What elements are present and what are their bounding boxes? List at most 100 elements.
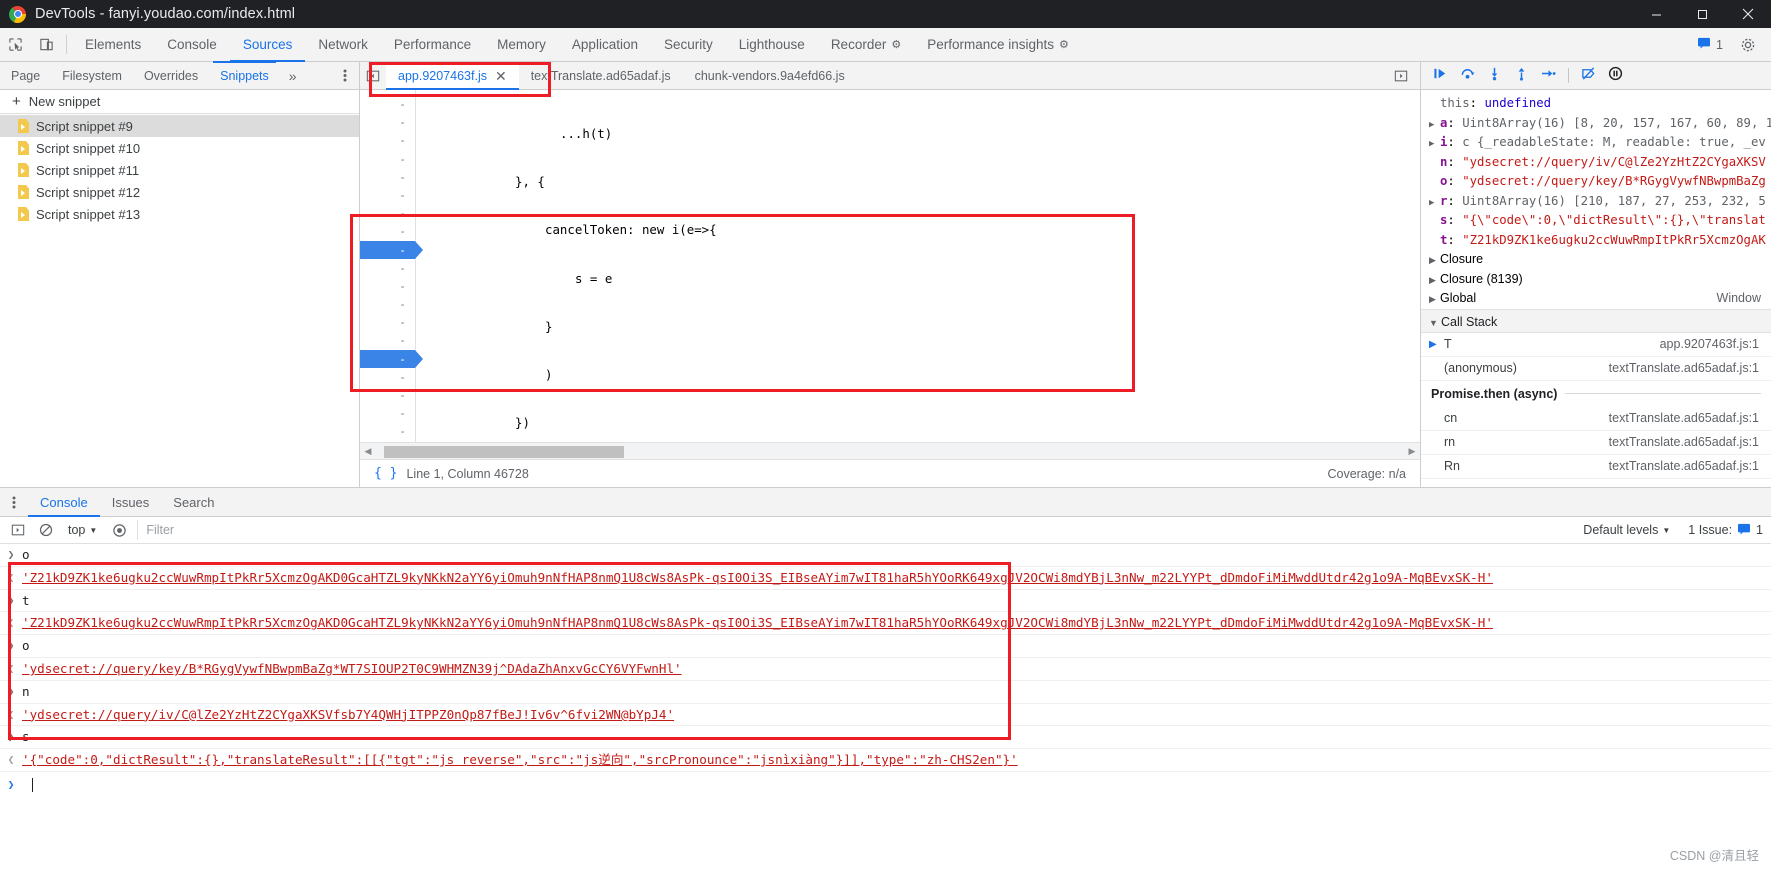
gutter-line-execution[interactable]: -	[360, 349, 423, 368]
gutter-line[interactable]: -	[360, 150, 415, 168]
code-text[interactable]: ...h(t) }, { cancelToken: new i(e=>{ s =…	[416, 90, 1420, 442]
tab-network[interactable]: Network	[305, 28, 381, 61]
gutter-line[interactable]: -	[360, 131, 415, 149]
scope-row[interactable]: this: undefined	[1421, 94, 1771, 114]
gutter-line-execution[interactable]: -	[360, 240, 423, 259]
console-output-row[interactable]: ❮ '{"code":0,"dictResult":{},"translateRe…	[0, 749, 1771, 772]
scope-row[interactable]: ▶ a: Uint8Array(16) [8, 20, 157, 167, 60,…	[1421, 114, 1771, 134]
scope-row[interactable]: ▶ i: c {_readableState: M, readable: true…	[1421, 133, 1771, 153]
console-output-row[interactable]: ❮ 'Z21kD9ZK1ke6ugku2ccWuwRmpItPkRr5XcmzOg…	[0, 612, 1771, 636]
gutter-line[interactable]: -	[360, 404, 415, 422]
more-tabs-icon[interactable]: »	[280, 62, 306, 89]
gutter-line[interactable]: -	[360, 331, 415, 349]
gutter-line[interactable]: -	[360, 168, 415, 186]
call-stack-header[interactable]: ▼ Call Stack	[1421, 308, 1771, 333]
gutter-line[interactable]: -	[360, 222, 415, 240]
list-item[interactable]: Script snippet #11	[0, 159, 359, 181]
gutter-line[interactable]: -	[360, 95, 415, 113]
close-icon[interactable]: ✕	[495, 69, 507, 83]
console-prompt[interactable]: ❯	[0, 772, 1771, 798]
execution-context-selector[interactable]: top ▼	[64, 523, 101, 537]
gutter-line[interactable]: -	[360, 204, 415, 222]
console-issues-badge[interactable]: 1 Issue: 1	[1678, 523, 1763, 538]
code-line[interactable]: })	[416, 414, 1420, 432]
resume-icon[interactable]	[1433, 66, 1448, 86]
log-levels-selector[interactable]: Default levels ▼	[1583, 523, 1670, 537]
scope-row[interactable]: ▶ r: Uint8Array(16) [210, 187, 27, 253, 2…	[1421, 192, 1771, 212]
deactivate-breakpoints-icon[interactable]	[1581, 66, 1596, 86]
console-input-row[interactable]: ❯ n	[0, 681, 1771, 704]
tab-memory[interactable]: Memory	[484, 28, 559, 61]
code-line[interactable]: }	[416, 318, 1420, 336]
eye-icon[interactable]	[109, 520, 129, 540]
drawer-tab-issues[interactable]: Issues	[100, 488, 162, 516]
step-over-icon[interactable]	[1460, 66, 1475, 86]
scroll-right-icon[interactable]: ▶	[1404, 446, 1420, 457]
code-line[interactable]: ...h(t)	[416, 125, 1420, 143]
new-snippet-button[interactable]: + New snippet	[0, 90, 359, 114]
scrollbar-track[interactable]	[376, 445, 1404, 458]
scope-row[interactable]: s: "{\"code\":0,\"dictResult\":{},\"tran…	[1421, 211, 1771, 231]
call-stack-row[interactable]: Rn textTranslate.ad65adaf.js:1	[1421, 455, 1771, 479]
gutter-line[interactable]: -	[360, 313, 415, 331]
expand-icon[interactable]: ▶	[1429, 251, 1440, 270]
nav-tab-filesystem[interactable]: Filesystem	[51, 62, 133, 89]
close-icon[interactable]	[1725, 0, 1771, 28]
tab-sources[interactable]: Sources	[229, 28, 306, 62]
tab-security[interactable]: Security	[651, 28, 726, 61]
scope-row[interactable]: o: "ydsecret://query/key/B*RGygVywfNBwpm…	[1421, 172, 1771, 192]
gutter-line[interactable]: -	[360, 295, 415, 313]
editor-tab-chunk-vendors-js[interactable]: chunk-vendors.9a4efd66.js	[683, 62, 857, 89]
scope-group-global[interactable]: ▶ Global Window	[1421, 289, 1771, 309]
pretty-print-icon[interactable]: { }	[374, 466, 397, 481]
device-toolbar-icon[interactable]	[31, 28, 62, 61]
tab-performance-insights[interactable]: Performance insights ⚙	[914, 28, 1082, 61]
navigator-kebab-icon[interactable]	[331, 62, 359, 89]
expand-icon[interactable]: ▶	[1429, 271, 1440, 290]
list-item[interactable]: Script snippet #12	[0, 181, 359, 203]
nav-tab-snippets[interactable]: Snippets	[209, 61, 280, 89]
scope-row[interactable]: t: "Z21kD9ZK1ke6ugku2ccWuwRmpItPkRr5Xcmz…	[1421, 231, 1771, 251]
editor-tab-texttranslate-js[interactable]: textTranslate.ad65adaf.js	[519, 62, 683, 89]
code-line[interactable]: )	[416, 366, 1420, 384]
show-debugger-icon[interactable]	[1388, 69, 1414, 83]
maximize-icon[interactable]	[1679, 0, 1725, 28]
gutter-line[interactable]: -	[360, 259, 415, 277]
pause-on-exceptions-icon[interactable]	[1608, 66, 1623, 86]
expand-icon[interactable]: ▶	[1429, 194, 1440, 212]
call-stack-row[interactable]: cn textTranslate.ad65adaf.js:1	[1421, 407, 1771, 431]
code-line[interactable]: s = e	[416, 270, 1420, 288]
settings-gear-icon[interactable]	[1732, 37, 1763, 53]
gutter-line[interactable]: -	[360, 277, 415, 295]
gutter-line[interactable]: -	[360, 386, 415, 404]
console-output-row[interactable]: ❮ 'ydsecret://query/key/B*RGygVywfNBwpmBa…	[0, 658, 1771, 681]
list-item[interactable]: Script snippet #10	[0, 137, 359, 159]
list-item[interactable]: Script snippet #9	[0, 115, 359, 137]
call-stack-row[interactable]: (anonymous) textTranslate.ad65adaf.js:1	[1421, 357, 1771, 381]
console-output-row[interactable]: ❮ 'ydsecret://query/iv/C@lZe2YzHtZ2CYgaXK…	[0, 704, 1771, 727]
tab-elements[interactable]: Elements	[72, 28, 154, 61]
nav-tab-page[interactable]: Page	[0, 62, 51, 89]
expand-icon[interactable]: ▶	[1429, 116, 1440, 134]
nav-tab-overrides[interactable]: Overrides	[133, 62, 209, 89]
console-input-row[interactable]: ❯ t	[0, 590, 1771, 613]
gutter-line[interactable]: -	[360, 186, 415, 204]
editor-tab-app-js[interactable]: app.9207463f.js ✕	[386, 62, 519, 90]
drawer-tab-console[interactable]: Console	[28, 488, 100, 517]
step-into-icon[interactable]	[1487, 66, 1502, 86]
editor-horizontal-scrollbar[interactable]: ◀ ▶	[360, 442, 1420, 459]
tab-lighthouse[interactable]: Lighthouse	[726, 28, 818, 61]
inspect-icon[interactable]	[0, 28, 31, 61]
scrollbar-thumb[interactable]	[384, 445, 624, 458]
console-filter-input[interactable]: Filter	[137, 520, 1575, 540]
drawer-kebab-icon[interactable]	[0, 488, 28, 516]
drawer-tab-search[interactable]: Search	[161, 488, 226, 516]
scroll-left-icon[interactable]: ◀	[360, 446, 376, 457]
show-navigator-icon[interactable]	[360, 62, 386, 89]
messages-badge[interactable]: 1	[1690, 35, 1730, 54]
gutter-line[interactable]: -	[360, 368, 415, 386]
clear-console-icon[interactable]	[36, 520, 56, 540]
scope-row[interactable]: n: "ydsecret://query/iv/C@lZe2YzHtZ2CYga…	[1421, 153, 1771, 173]
tab-performance[interactable]: Performance	[381, 28, 484, 61]
console-output-row[interactable]: ❮ 'Z21kD9ZK1ke6ugku2ccWuwRmpItPkRr5XcmzOg…	[0, 567, 1771, 590]
